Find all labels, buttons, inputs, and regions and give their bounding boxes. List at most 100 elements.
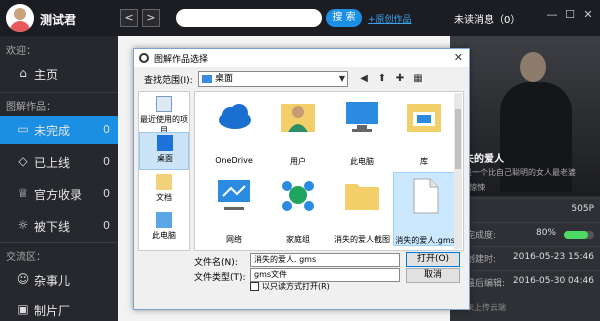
sidebar-item-count: 0 bbox=[103, 187, 110, 200]
file-item-gms[interactable]: 消失的爱人.gms bbox=[393, 172, 455, 246]
place-desktop[interactable]: 桌面 bbox=[139, 132, 189, 170]
film-icon: ▣ bbox=[17, 302, 29, 316]
minimize-icon[interactable]: — bbox=[544, 8, 560, 21]
work-title: 失的爱人 bbox=[464, 154, 504, 165]
file-item-this-pc[interactable]: 此电脑 bbox=[331, 94, 393, 168]
readonly-checkbox[interactable]: 以只读方式打开(R) bbox=[250, 281, 330, 292]
chevron-down-icon: ▼ bbox=[338, 74, 345, 83]
sidebar-item-count: 0 bbox=[103, 123, 110, 136]
file-label: 此电脑 bbox=[350, 157, 374, 166]
sidebar-item-studio[interactable]: ▣ 制片厂 bbox=[0, 296, 118, 321]
look-in-label: 查找范围(I): bbox=[144, 76, 193, 86]
sidebar-item-count: 0 bbox=[103, 219, 110, 232]
publish-link[interactable]: +原创作品 bbox=[368, 12, 412, 25]
forward-button[interactable]: > bbox=[142, 9, 160, 27]
sidebar-item-chat[interactable]: ☺ 杂事儿 bbox=[0, 266, 118, 294]
up-folder-icon[interactable]: ⬆ bbox=[374, 71, 390, 87]
filename-label: 文件名(N): bbox=[194, 258, 238, 268]
filename-input[interactable]: 消失的爱人. gms bbox=[250, 253, 400, 267]
user-folder-icon bbox=[281, 104, 315, 132]
avatar[interactable] bbox=[6, 4, 34, 32]
sidebar-item-official[interactable]: ♕ 官方收录 0 bbox=[0, 180, 118, 208]
checkbox-box[interactable] bbox=[250, 282, 259, 291]
library-icon bbox=[407, 104, 441, 132]
filetype-label: 文件类型(T): bbox=[194, 273, 246, 283]
detail-key: 完成度: bbox=[466, 231, 497, 241]
computer-icon bbox=[156, 212, 172, 228]
page-count: 505P bbox=[571, 204, 594, 214]
sidebar-item-unfinished[interactable]: ▭ 未完成 0 bbox=[0, 116, 118, 144]
places-bar: 最近使用的项目 桌面 文档 此电脑 bbox=[138, 91, 190, 251]
maximize-icon[interactable]: ☐ bbox=[562, 8, 578, 21]
file-list-scrollbar[interactable] bbox=[454, 93, 462, 249]
new-folder-icon[interactable]: ✚ bbox=[392, 71, 408, 87]
sidebar-item-label: 已上线 bbox=[34, 156, 71, 170]
sidebar-item-label: 被下线 bbox=[34, 220, 71, 234]
sidebar-item-label: 制片厂 bbox=[34, 304, 71, 318]
network-icon bbox=[218, 180, 250, 210]
filetype-select[interactable]: gms文件 bbox=[250, 268, 400, 282]
place-computer[interactable]: 此电脑 bbox=[139, 210, 189, 248]
detail-key: 最后编辑: bbox=[466, 279, 506, 289]
place-documents[interactable]: 文档 bbox=[139, 172, 189, 210]
file-item-library[interactable]: 库 bbox=[393, 94, 455, 168]
tag-icon: ◇ bbox=[18, 154, 28, 168]
detail-panel: 失的爱人 是一个比自己聪明的女人最老婆 | 惊悚 505P 完成度: 80% 创… bbox=[450, 36, 600, 321]
place-label: 此电脑 bbox=[152, 231, 176, 240]
desktop-folder-icon bbox=[202, 75, 212, 83]
place-label: 桌面 bbox=[157, 154, 173, 163]
gms-file-icon bbox=[413, 178, 439, 214]
home-icon: ⌂ bbox=[19, 66, 27, 80]
open-button[interactable]: 打开(O) bbox=[406, 252, 460, 267]
documents-icon bbox=[156, 174, 172, 190]
sidebar-item-label: 主页 bbox=[34, 68, 59, 82]
this-pc-icon bbox=[346, 102, 378, 132]
top-bar: 测试君 < > 搜 索 +原创作品 未读消息（0） — ☐ ✕ bbox=[0, 0, 600, 36]
file-label: 用户 bbox=[290, 157, 306, 166]
file-label: 消失的爱人.gms bbox=[395, 236, 455, 245]
created-time: 2016-05-23 15:46 bbox=[512, 252, 594, 262]
back-nav-icon[interactable]: ◀ bbox=[356, 71, 372, 87]
file-item-homegroup[interactable]: 家庭组 bbox=[267, 172, 329, 246]
search-button[interactable]: 搜 索 bbox=[326, 9, 362, 27]
search-input[interactable] bbox=[176, 9, 322, 27]
file-item-network[interactable]: 网络 bbox=[203, 172, 265, 246]
place-label: 文档 bbox=[156, 193, 172, 202]
back-button[interactable]: < bbox=[120, 9, 138, 27]
sidebar: 欢迎： ⌂ 主页 图解作品： ▭ 未完成 0 ◇ 已上线 0 ♕ 官方收录 0 … bbox=[0, 36, 118, 321]
detail-key: 创建时: bbox=[466, 255, 497, 265]
sidebar-item-count: 0 bbox=[103, 155, 110, 168]
file-picker-dialog: 图解作品选择 ✕ 查找范围(I): 桌面 ▼ ◀ ⬆ ✚ ▦ 最近使用的项目 桌… bbox=[133, 48, 470, 310]
view-menu-icon[interactable]: ▦ bbox=[410, 71, 426, 87]
file-label: 网络 bbox=[226, 235, 242, 244]
file-label: OneDrive bbox=[215, 156, 253, 165]
folder-icon bbox=[345, 184, 379, 210]
file-item-screenshots[interactable]: 消失的爱人截图 bbox=[331, 172, 393, 246]
dialog-close-icon[interactable]: ✕ bbox=[454, 51, 463, 64]
cancel-button[interactable]: 取消 bbox=[406, 268, 460, 283]
detail-row: 505P bbox=[450, 198, 600, 222]
place-recent[interactable]: 最近使用的项目 bbox=[139, 94, 189, 135]
chat-icon: ☺ bbox=[16, 272, 30, 286]
document-icon: ▭ bbox=[17, 122, 29, 136]
sidebar-item-offline[interactable]: ☼ 被下线 0 bbox=[0, 212, 118, 240]
sidebar-item-label: 未完成 bbox=[34, 124, 71, 138]
sidebar-item-home[interactable]: ⌂ 主页 bbox=[0, 60, 118, 88]
divider bbox=[0, 242, 118, 243]
app-icon bbox=[139, 53, 149, 63]
progress-bar bbox=[564, 231, 594, 239]
file-item-user[interactable]: 用户 bbox=[267, 94, 329, 168]
work-description: 是一个比自己聪明的女人最老婆 bbox=[464, 168, 576, 177]
sidebar-item-label: 杂事儿 bbox=[34, 274, 71, 288]
look-in-select[interactable]: 桌面 ▼ bbox=[198, 71, 348, 87]
sidebar-item-label: 官方收录 bbox=[34, 188, 83, 202]
community-heading: 交流区： bbox=[6, 252, 46, 263]
file-item-onedrive[interactable]: OneDrive bbox=[203, 94, 265, 168]
close-icon[interactable]: ✕ bbox=[580, 8, 596, 21]
edited-time: 2016-05-30 04:46 bbox=[512, 276, 594, 286]
bulb-icon: ☼ bbox=[17, 218, 29, 232]
file-list: OneDrive 用户 此电脑 库 网络 家庭组 消失的爱人截图 消失的爱人.g… bbox=[194, 91, 464, 251]
sidebar-item-online[interactable]: ◇ 已上线 0 bbox=[0, 148, 118, 176]
unread-messages[interactable]: 未读消息（0） bbox=[454, 11, 520, 26]
detail-row: 创建时: 2016-05-23 15:46 bbox=[450, 246, 600, 270]
